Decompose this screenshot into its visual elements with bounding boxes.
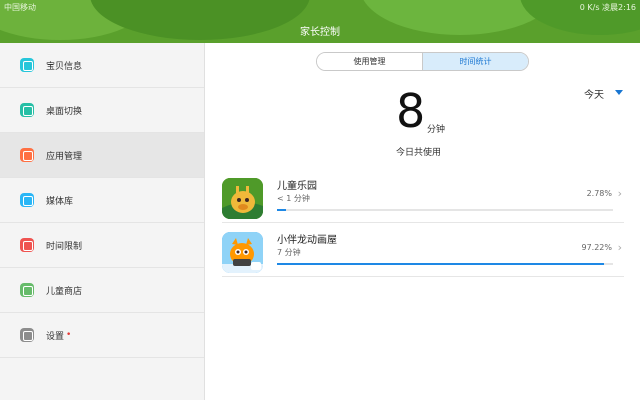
app-name: 儿童乐园 bbox=[277, 181, 317, 192]
app-usage-time: 7 分钟 bbox=[277, 248, 301, 257]
app-usage-time: < 1 分钟 bbox=[277, 194, 310, 203]
usage-bar-track bbox=[277, 209, 613, 211]
app-header: 中国移动 0 K/s 凌晨2:16 家长控制 bbox=[0, 0, 640, 43]
page-title: 家长控制 bbox=[300, 27, 340, 38]
status-right-text: 0 K/s 凌晨2:16 bbox=[579, 3, 636, 12]
chevron-right-icon: › bbox=[617, 241, 622, 254]
app-name: 小伴龙动画屋 bbox=[277, 235, 337, 246]
app-usage-percent: 2.78% bbox=[586, 189, 612, 198]
desktop-switch-icon bbox=[20, 103, 34, 117]
tab-switcher: 使用管理 时间统计 bbox=[316, 52, 529, 71]
chevron-right-icon: › bbox=[617, 187, 622, 200]
sidebar-item-time-limit[interactable]: 时间限制 bbox=[0, 223, 204, 268]
sidebar-item-label: 桌面切换 bbox=[46, 106, 83, 117]
sidebar-item-label: 设置 bbox=[46, 331, 65, 342]
usage-minutes-value: 8 bbox=[396, 84, 426, 138]
sidebar-item-label: 媒体库 bbox=[46, 196, 74, 207]
baby-info-icon bbox=[20, 58, 34, 72]
sidebar-item-baby-info[interactable]: 宝贝信息 bbox=[0, 43, 204, 88]
caret-down-icon[interactable] bbox=[615, 90, 623, 95]
sidebar-item-desktop-switch[interactable]: 桌面切换 bbox=[0, 88, 204, 133]
tab-usage-management[interactable]: 使用管理 bbox=[317, 53, 422, 70]
dragon-cartoon-app-icon bbox=[222, 232, 263, 273]
carrier-text: 中国移动 bbox=[4, 3, 36, 12]
app-usage-row[interactable]: 小伴龙动画屋 7 分钟 97.22% › bbox=[222, 225, 624, 277]
notification-dot: • bbox=[66, 330, 72, 340]
app-usage-row[interactable]: 儿童乐园 < 1 分钟 2.78% › bbox=[222, 171, 624, 223]
sidebar-item-media-library[interactable]: 媒体库 bbox=[0, 178, 204, 223]
kids-park-app-icon bbox=[222, 178, 263, 219]
app-usage-percent: 97.22% bbox=[581, 243, 612, 252]
sidebar: 宝贝信息 桌面切换 应用管理 媒体库 时间限制 儿童商店 设置 • bbox=[0, 43, 205, 400]
status-bar: 中国移动 0 K/s 凌晨2:16 bbox=[4, 2, 636, 14]
kids-store-icon bbox=[20, 283, 34, 297]
time-limit-icon bbox=[20, 238, 34, 252]
media-library-icon bbox=[20, 193, 34, 207]
app-manage-icon bbox=[20, 148, 34, 162]
period-dropdown[interactable]: 今天 bbox=[584, 86, 604, 101]
usage-unit: 分钟 bbox=[427, 125, 446, 135]
usage-bar-fill bbox=[277, 263, 604, 265]
sidebar-item-kids-store[interactable]: 儿童商店 bbox=[0, 268, 204, 313]
usage-caption: 今日共使用 bbox=[396, 148, 442, 158]
sidebar-item-label: 应用管理 bbox=[46, 151, 83, 162]
usage-bar-fill bbox=[277, 209, 287, 211]
tab-time-stats[interactable]: 时间统计 bbox=[422, 53, 528, 70]
sidebar-item-settings[interactable]: 设置 • bbox=[0, 313, 204, 358]
sidebar-item-label: 儿童商店 bbox=[46, 286, 83, 297]
sidebar-item-label: 宝贝信息 bbox=[46, 61, 83, 72]
sidebar-item-label: 时间限制 bbox=[46, 241, 83, 252]
settings-icon bbox=[20, 328, 34, 342]
sidebar-item-app-manage[interactable]: 应用管理 bbox=[0, 133, 204, 178]
usage-bar-track bbox=[277, 263, 613, 265]
